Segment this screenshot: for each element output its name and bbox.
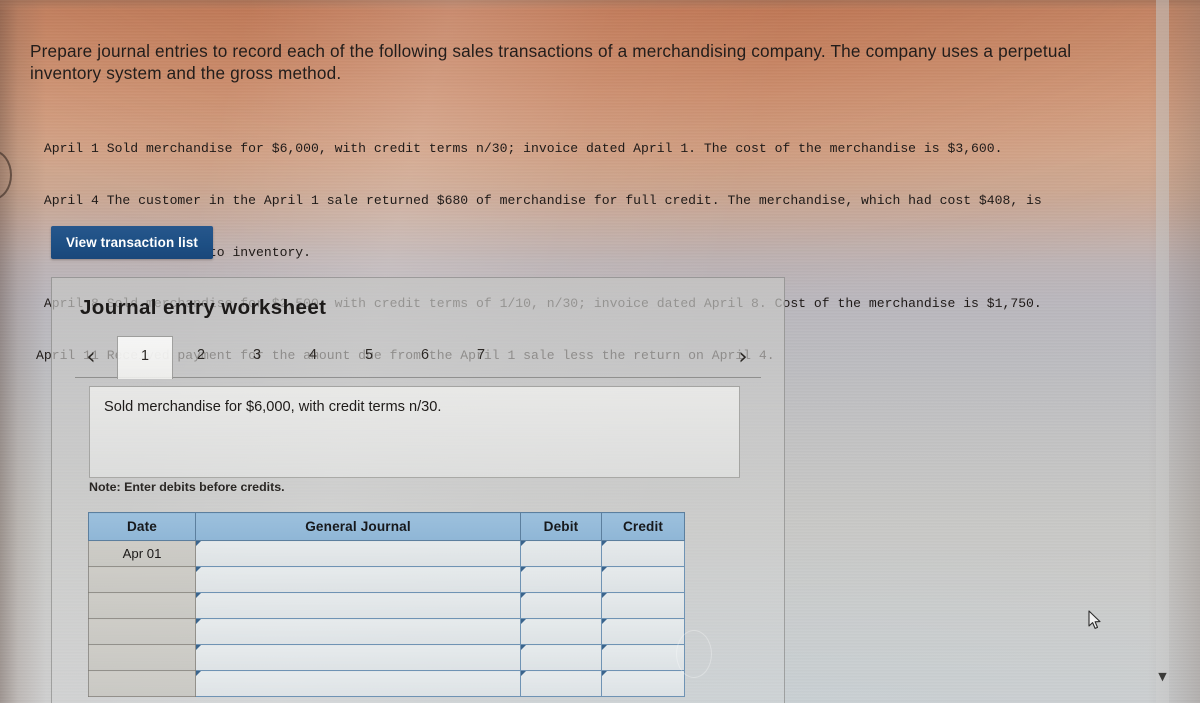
credit-input[interactable] <box>601 566 685 593</box>
entry-prompt-text: Sold merchandise for $6,000, with credit… <box>104 399 442 415</box>
date-cell[interactable] <box>88 644 196 671</box>
column-header-credit: Credit <box>601 512 685 541</box>
screenshot-root: Prepare journal entries to record each o… <box>0 0 1200 703</box>
debit-input[interactable] <box>520 540 602 567</box>
credit-input[interactable] <box>601 618 685 645</box>
table-header-row: Date General Journal Debit Credit <box>88 512 685 541</box>
worksheet-title: Journal entry worksheet <box>80 296 327 319</box>
credit-input[interactable] <box>601 592 685 619</box>
general-journal-input[interactable] <box>195 592 521 619</box>
column-header-debit: Debit <box>520 512 602 541</box>
general-journal-input[interactable] <box>195 540 521 567</box>
clipped-circle-decoration <box>0 150 12 200</box>
debit-input[interactable] <box>520 566 602 593</box>
date-cell[interactable] <box>88 618 196 645</box>
transaction-line: April 1 Sold merchandise for $6,000, wit… <box>36 141 1003 157</box>
credit-input[interactable] <box>601 540 685 567</box>
debit-input[interactable] <box>520 592 602 619</box>
table-row <box>88 670 685 697</box>
journal-entry-table: Date General Journal Debit Credit Apr 01 <box>88 512 685 697</box>
worksheet-tab-7[interactable]: 7 <box>453 336 509 378</box>
worksheet-tab-3[interactable]: 3 <box>229 336 285 378</box>
table-row <box>88 592 685 619</box>
date-cell[interactable]: Apr 01 <box>88 540 196 567</box>
general-journal-input[interactable] <box>195 618 521 645</box>
tab-next-arrow-icon[interactable]: › <box>731 342 755 372</box>
debit-input[interactable] <box>520 618 602 645</box>
date-cell[interactable] <box>88 566 196 593</box>
worksheet-tab-5[interactable]: 5 <box>341 336 397 378</box>
table-row <box>88 644 685 671</box>
debit-input[interactable] <box>520 670 602 697</box>
table-row <box>88 618 685 645</box>
credit-input[interactable] <box>601 670 685 697</box>
worksheet-tab-1[interactable]: 1 <box>117 336 173 379</box>
table-row: Apr 01 <box>88 540 685 567</box>
table-row <box>88 566 685 593</box>
tab-prev-arrow-icon[interactable]: ‹ <box>79 342 103 372</box>
vertical-scrollbar-track[interactable] <box>1156 0 1169 703</box>
mouse-cursor-icon <box>1088 610 1101 629</box>
general-journal-input[interactable] <box>195 644 521 671</box>
page-content: Prepare journal entries to record each o… <box>0 0 1200 703</box>
general-journal-input[interactable] <box>195 566 521 593</box>
debit-input[interactable] <box>520 644 602 671</box>
column-header-date: Date <box>88 512 196 541</box>
transaction-line: April 4 The customer in the April 1 sale… <box>36 193 1042 209</box>
worksheet-tab-strip: ‹ › 1 2 3 4 5 6 7 <box>75 336 761 379</box>
view-transaction-list-button[interactable]: View transaction list <box>51 226 213 259</box>
page-title: Prepare journal entries to record each o… <box>30 41 1072 83</box>
date-cell[interactable] <box>88 592 196 619</box>
debits-before-credits-note: Note: Enter debits before credits. <box>89 480 285 494</box>
date-cell[interactable] <box>88 670 196 697</box>
scroll-down-arrow-icon[interactable]: ▼ <box>1156 670 1169 684</box>
credit-input[interactable] <box>601 644 685 671</box>
column-header-general-journal: General Journal <box>195 512 521 541</box>
worksheet-tab-2[interactable]: 2 <box>173 336 229 378</box>
worksheet-tab-4[interactable]: 4 <box>285 336 341 378</box>
worksheet-tab-6[interactable]: 6 <box>397 336 453 378</box>
tab-strip-underline <box>75 377 761 378</box>
general-journal-input[interactable] <box>195 670 521 697</box>
